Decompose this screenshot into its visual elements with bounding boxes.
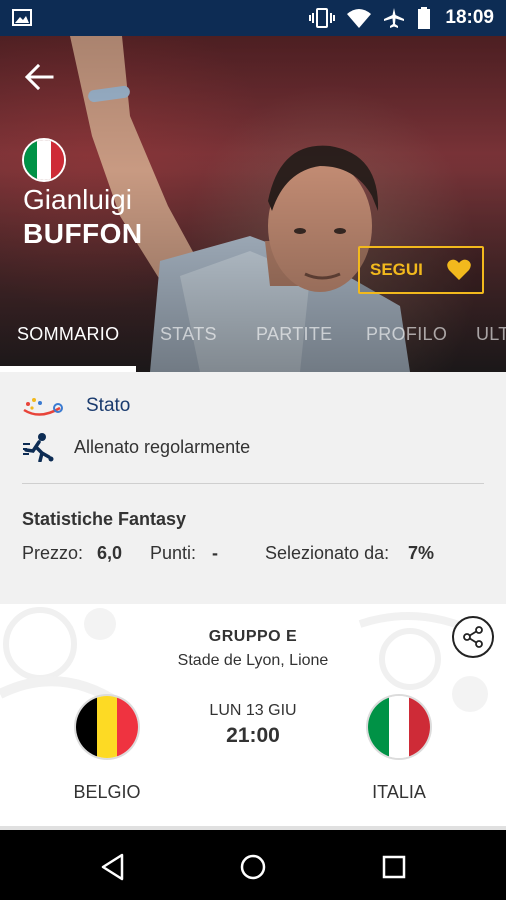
follow-label: SEGUI xyxy=(370,260,423,279)
divider xyxy=(22,483,484,484)
selected-by-label: Selezionato da: xyxy=(265,543,390,563)
euro-logo-icon xyxy=(23,398,63,416)
tab-bar: SOMMARIO STATS PARTITE PROFILO ULT xyxy=(0,312,506,372)
match-group: GRUPPO E xyxy=(208,628,298,645)
price-label: Prezzo: xyxy=(22,543,84,563)
training-player-icon xyxy=(23,433,54,462)
nav-home-icon[interactable] xyxy=(238,852,268,882)
back-arrow-icon[interactable] xyxy=(22,60,56,94)
battery-icon xyxy=(418,7,431,29)
match-card[interactable]: GRUPPO E Stade de Lyon, Lione BELGIO LUN… xyxy=(0,604,506,830)
clock: 18:09 xyxy=(445,7,494,28)
tab-sommario[interactable]: SOMMARIO xyxy=(17,324,119,345)
selected-by-value: 7% xyxy=(408,543,435,563)
match-date: LUN 13 GIU xyxy=(209,702,297,719)
price-value: 6,0 xyxy=(97,543,123,563)
tab-stats[interactable]: STATS xyxy=(160,324,217,345)
tab-ultime[interactable]: ULT xyxy=(476,324,506,345)
italy-flag-icon xyxy=(368,696,430,758)
condition-text: Allenato regolarmente xyxy=(74,436,251,457)
player-hero: Gianluigi BUFFON SEGUI SOMMARIO STATS PA… xyxy=(0,36,506,372)
status-label: Stato xyxy=(86,395,131,416)
fantasy-stats-title: Statistiche Fantasy xyxy=(22,509,187,529)
player-last-name: BUFFON xyxy=(23,218,143,249)
points-value: - xyxy=(212,543,218,563)
status-row: Stato xyxy=(22,394,130,418)
status-bar: 18:09 xyxy=(0,0,506,36)
tab-partite[interactable]: PARTITE xyxy=(256,324,332,345)
home-team-name: BELGIO xyxy=(73,782,141,802)
match-stadium: Stade de Lyon, Lione xyxy=(177,652,329,669)
nav-back-icon[interactable] xyxy=(98,852,128,882)
points-label: Punti: xyxy=(150,543,197,563)
follow-button[interactable]: SEGUI xyxy=(358,246,484,294)
image-notification-icon xyxy=(12,9,32,26)
condition-row: Allenato regolarmente xyxy=(22,432,250,462)
vibrate-icon xyxy=(309,8,336,28)
player-info-panel: Stato Allenato regolarmente Statistiche … xyxy=(0,372,506,604)
away-team-name: ITALIA xyxy=(372,782,426,802)
wifi-icon xyxy=(347,9,372,28)
match-time: 21:00 xyxy=(226,724,280,747)
heart-icon xyxy=(447,259,471,280)
system-nav-bar xyxy=(0,834,506,900)
airplane-mode-icon xyxy=(384,8,405,28)
nav-recents-icon[interactable] xyxy=(379,852,409,882)
tab-profilo[interactable]: PROFILO xyxy=(366,324,447,345)
nationality-flag-icon xyxy=(22,138,66,182)
player-first-name: Gianluigi xyxy=(23,184,132,215)
